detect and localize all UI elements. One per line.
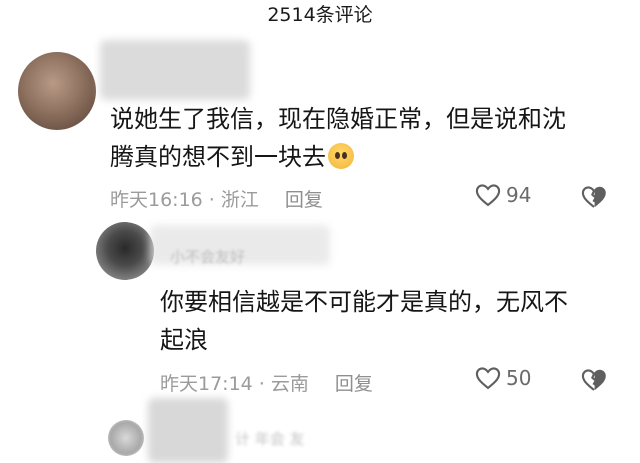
- blurred-username: [148, 398, 228, 463]
- broken-heart-icon[interactable]: [580, 183, 608, 211]
- username[interactable]: 小不会友好: [170, 246, 245, 267]
- comment-location: 云南: [270, 373, 309, 395]
- comment-text: 说她生了我信，现在隐婚正常，但是说和沈 腾真的想不到一块去: [110, 100, 610, 176]
- comments-count-title: 2514条评论: [267, 4, 373, 26]
- username[interactable]: 计 年会 友: [235, 428, 305, 449]
- like-count: 50: [506, 366, 532, 390]
- comment-time: 昨天17:14: [160, 373, 253, 395]
- comment-meta: 昨天17:14 · 云南 回复: [160, 373, 373, 395]
- comment-text-line: 说她生了我信，现在隐婚正常，但是说和沈: [110, 105, 566, 133]
- reply-button[interactable]: 回复: [285, 189, 323, 211]
- comment-text: 你要相信越是不可能才是真的，无风不 起浪: [160, 283, 610, 359]
- broken-heart-icon[interactable]: [580, 366, 608, 394]
- avatar[interactable]: [96, 222, 154, 280]
- reply-button[interactable]: 回复: [335, 373, 373, 395]
- avatar[interactable]: [18, 52, 96, 130]
- like-button[interactable]: 50: [474, 364, 531, 392]
- crying-face-icon: [328, 143, 354, 169]
- comment-location: 浙江: [220, 189, 259, 211]
- comment-time: 昨天16:16: [110, 189, 203, 211]
- blurred-username: [100, 40, 250, 100]
- heart-outline-icon: [475, 184, 501, 207]
- comment-text-line: 腾真的想不到一块去: [110, 143, 326, 171]
- like-button[interactable]: 94: [474, 181, 531, 209]
- avatar[interactable]: [108, 420, 144, 456]
- comment-meta: 昨天16:16 · 浙江 回复: [110, 189, 323, 211]
- comment-text-line: 起浪: [160, 326, 208, 354]
- heart-outline-icon: [475, 367, 501, 390]
- comment-text-line: 你要相信越是不可能才是真的，无风不: [160, 288, 568, 316]
- like-count: 94: [506, 183, 532, 207]
